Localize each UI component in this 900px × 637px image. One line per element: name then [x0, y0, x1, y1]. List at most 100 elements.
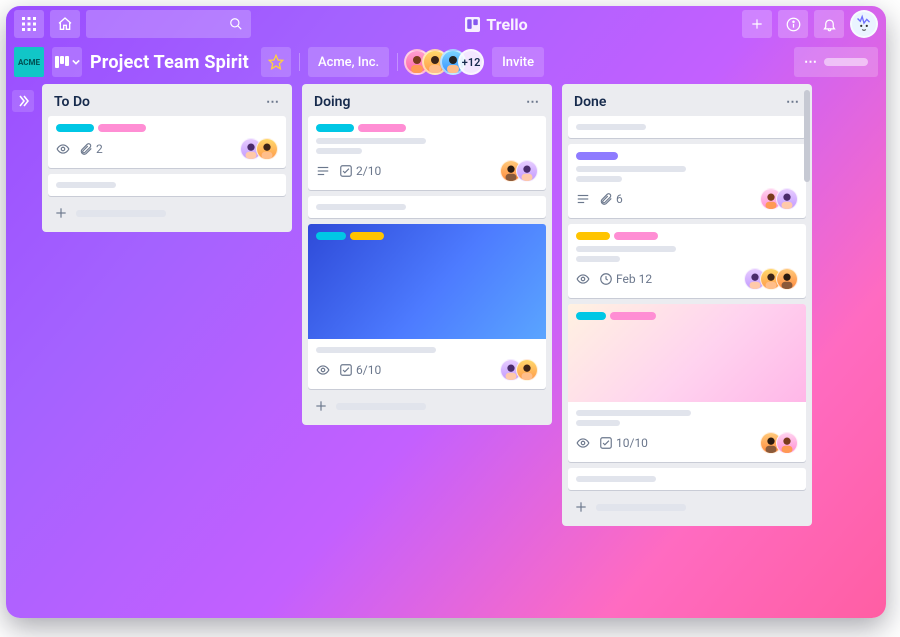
- card[interactable]: [568, 116, 806, 138]
- card-member-avatar[interactable]: [776, 432, 798, 454]
- trello-logo-icon: [465, 17, 480, 32]
- more-icon: ⋯: [804, 55, 818, 70]
- info-button[interactable]: [778, 10, 808, 38]
- menu-label-placeholder: [824, 58, 868, 66]
- topbar: Trello: [6, 6, 886, 42]
- eye-icon: [576, 436, 590, 450]
- card[interactable]: [568, 468, 806, 490]
- list-menu-button[interactable]: ⋯: [786, 95, 800, 110]
- card-member-avatar[interactable]: [516, 160, 538, 182]
- due-date-badge: Feb 12: [599, 272, 652, 286]
- eye-icon: [56, 142, 70, 156]
- workspace-chip[interactable]: Acme, Inc.: [308, 47, 389, 77]
- card-member-avatar[interactable]: [776, 188, 798, 210]
- card-member-avatar[interactable]: [256, 138, 278, 160]
- checklist-badge: 2/10: [339, 164, 381, 178]
- notifications-button[interactable]: [814, 10, 844, 38]
- eye-icon: [576, 272, 590, 286]
- add-card-placeholder: [336, 403, 426, 410]
- list-doing: Doing ⋯ 2/10: [302, 84, 552, 425]
- checklist-badge: 10/10: [599, 436, 648, 450]
- card[interactable]: [308, 196, 546, 218]
- list-menu-button[interactable]: ⋯: [526, 95, 540, 110]
- star-board-button[interactable]: [261, 47, 291, 77]
- paperclip-icon: [79, 142, 93, 156]
- list-scrollbar[interactable]: [804, 90, 810, 182]
- plus-icon: [750, 17, 764, 31]
- chevron-right-icon: [17, 95, 29, 107]
- plus-icon: [54, 206, 68, 220]
- board-view-switcher[interactable]: [52, 47, 82, 77]
- brand: Trello: [257, 15, 736, 34]
- add-card-placeholder: [596, 504, 686, 511]
- card-label-pink: [610, 312, 656, 320]
- home-button[interactable]: [50, 10, 80, 38]
- list-title[interactable]: To Do: [54, 94, 90, 110]
- card[interactable]: 6/10: [308, 224, 546, 389]
- card[interactable]: Feb 12: [568, 224, 806, 298]
- card[interactable]: 2/10: [308, 116, 546, 190]
- card-label-yellow: [576, 232, 610, 240]
- list-title[interactable]: Doing: [314, 94, 350, 110]
- board-menu-button[interactable]: ⋯: [794, 47, 878, 77]
- board-area: To Do ⋯ 2: [42, 84, 874, 608]
- more-members-button[interactable]: +12: [458, 49, 484, 75]
- checklist-icon: [339, 363, 353, 377]
- list-done: Done ⋯ 6: [562, 84, 812, 526]
- attachments-badge: 6: [599, 192, 623, 206]
- card[interactable]: 10/10: [568, 304, 806, 462]
- checklist-icon: [339, 164, 353, 178]
- attachments-badge: 2: [79, 142, 103, 156]
- card-label-pink: [98, 124, 146, 132]
- card-label-pink: [358, 124, 406, 132]
- watch-badge: [576, 436, 590, 450]
- chevron-down-icon: [72, 58, 80, 66]
- board-header: ACME Project Team Spirit Acme, Inc. +12 …: [6, 42, 886, 82]
- apps-grid-button[interactable]: [14, 10, 44, 38]
- board-title[interactable]: Project Team Spirit: [90, 52, 253, 73]
- add-card-button[interactable]: [48, 202, 286, 224]
- card-label-teal: [56, 124, 94, 132]
- create-button[interactable]: [742, 10, 772, 38]
- list-to-do: To Do ⋯ 2: [42, 84, 292, 232]
- app-window: Trello ACME Project Team Spirit Acme, In…: [6, 6, 886, 618]
- watch-badge: [56, 142, 70, 156]
- info-icon: [786, 17, 801, 32]
- add-card-placeholder: [76, 210, 166, 217]
- search-input[interactable]: [86, 10, 251, 38]
- profile-avatar[interactable]: [850, 10, 878, 38]
- list-title[interactable]: Done: [574, 94, 606, 110]
- invite-button[interactable]: Invite: [492, 47, 544, 77]
- watch-badge: [576, 272, 590, 286]
- paperclip-icon: [599, 192, 613, 206]
- card-label-yellow: [350, 232, 384, 240]
- card-label-purple: [576, 152, 618, 160]
- description-icon: [316, 164, 330, 178]
- star-icon: [268, 54, 284, 70]
- checklist-badge: 6/10: [339, 363, 381, 377]
- checklist-icon: [599, 436, 613, 450]
- card[interactable]: 2: [48, 116, 286, 168]
- plus-icon: [574, 500, 588, 514]
- card-label-pink: [614, 232, 658, 240]
- search-icon: [229, 17, 243, 31]
- board-icon: [55, 56, 69, 68]
- workspace-logo[interactable]: ACME: [14, 47, 44, 77]
- card[interactable]: 6: [568, 144, 806, 218]
- sidebar-expand-button[interactable]: [12, 90, 34, 112]
- card-label-teal: [576, 312, 606, 320]
- card-member-avatar[interactable]: [516, 359, 538, 381]
- add-card-button[interactable]: [308, 395, 546, 417]
- card-label-teal: [316, 232, 346, 240]
- add-card-button[interactable]: [568, 496, 806, 518]
- eye-icon: [316, 363, 330, 377]
- bell-icon: [822, 17, 837, 32]
- card[interactable]: [48, 174, 286, 196]
- clock-icon: [599, 272, 613, 286]
- list-menu-button[interactable]: ⋯: [266, 95, 280, 110]
- plus-icon: [314, 399, 328, 413]
- board-members[interactable]: +12: [406, 49, 484, 75]
- description-badge: [576, 192, 590, 206]
- card-member-avatar[interactable]: [776, 268, 798, 290]
- card-label-teal: [316, 124, 354, 132]
